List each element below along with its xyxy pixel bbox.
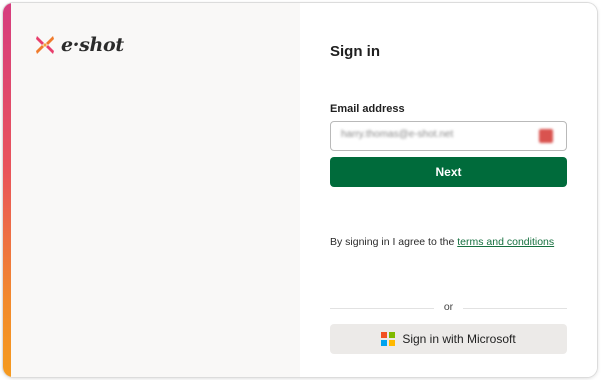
microsoft-button-label: Sign in with Microsoft: [402, 332, 516, 346]
ms-logo-yellow: [389, 340, 396, 346]
divider-line-right: [463, 308, 567, 309]
login-dialog: e·shot Sign in Email address harry.thoma…: [3, 3, 597, 377]
brand-wordmark: e·shot: [61, 34, 124, 56]
terms-link[interactable]: terms and conditions: [457, 236, 554, 248]
ms-logo-blue: [381, 340, 388, 346]
email-label: Email address: [330, 103, 405, 115]
ms-logo-green: [389, 332, 396, 338]
signin-panel: Sign in Email address harry.thomas@e-sho…: [300, 3, 597, 377]
ms-logo-red: [381, 332, 388, 338]
or-divider: or: [330, 301, 567, 315]
page-title: Sign in: [330, 43, 380, 60]
eshot-logo-icon: [36, 36, 54, 54]
email-field[interactable]: harry.thomas@e-shot.net: [330, 121, 567, 151]
terms-prefix: By signing in I agree to the: [330, 236, 458, 248]
password-manager-icon[interactable]: [539, 129, 553, 143]
accent-gradient-bar: [3, 3, 11, 377]
brand-panel: e·shot: [11, 3, 300, 377]
brand-logo: e·shot: [33, 33, 124, 57]
divider-text: or: [443, 301, 454, 313]
microsoft-signin-button[interactable]: Sign in with Microsoft: [330, 324, 567, 354]
email-value[interactable]: harry.thomas@e-shot.net: [341, 129, 453, 140]
next-button[interactable]: Next: [330, 157, 567, 187]
microsoft-logo-icon: [381, 332, 396, 346]
terms-text: By signing in I agree to the terms and c…: [330, 236, 554, 248]
